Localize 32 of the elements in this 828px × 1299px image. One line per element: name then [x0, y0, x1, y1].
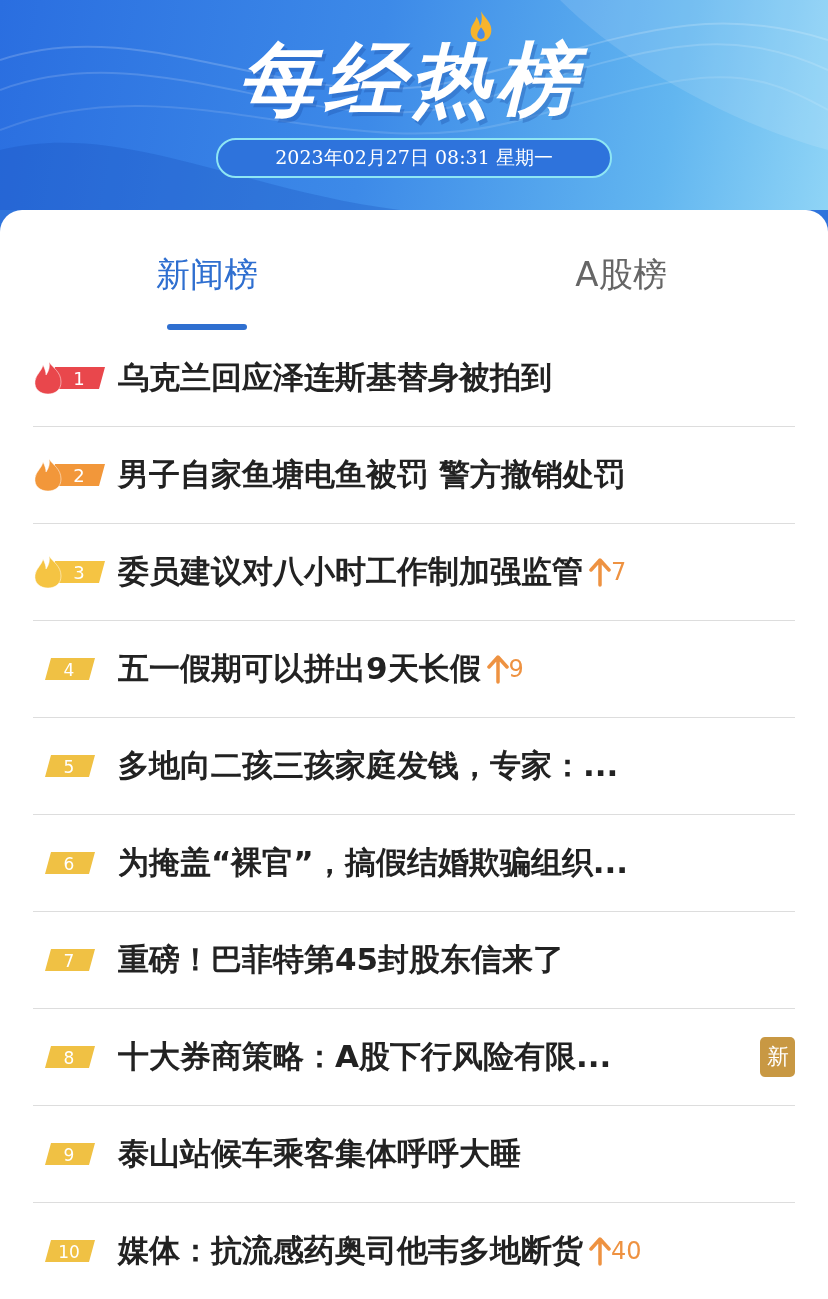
- up-arrow-icon: [589, 557, 611, 587]
- rise-count: 9: [508, 655, 524, 683]
- rank-badge: 6: [33, 845, 95, 881]
- tab[interactable]: A股榜: [414, 210, 828, 330]
- headline[interactable]: 男子自家鱼塘电鱼被罚 警方撤销处罚: [118, 454, 625, 496]
- rise-count: 40: [611, 1237, 642, 1265]
- headline[interactable]: 乌克兰回应泽连斯基替身被拍到: [118, 357, 552, 399]
- rank-badge: 7: [33, 942, 95, 978]
- new-tag: 新: [760, 1037, 795, 1077]
- date-pill: 2023年02月27日 08:31 星期一: [216, 138, 612, 178]
- headline[interactable]: 十大券商策略：A股下行风险有限...: [118, 1036, 612, 1078]
- headline[interactable]: 五一假期可以拼出9天长假: [118, 648, 481, 690]
- up-arrow-icon: [589, 1236, 611, 1266]
- tab[interactable]: 新闻榜: [0, 210, 414, 330]
- rise-count: 7: [611, 558, 627, 586]
- rank-badge: 9: [33, 1136, 95, 1172]
- up-arrow-icon: [486, 654, 509, 684]
- rank-badge: 1: [33, 360, 105, 396]
- headline[interactable]: 为掩盖“裸官”，搞假结婚欺骗组织...: [118, 842, 629, 884]
- page-title: 每经热榜: [232, 32, 596, 128]
- rank-badge: 3: [33, 554, 105, 590]
- rank-badge: 8: [33, 1039, 95, 1075]
- rank-badge: 4: [33, 651, 95, 687]
- headline[interactable]: 委员建议对八小时工作制加强监管: [118, 551, 583, 593]
- rank-badge: 2: [33, 457, 105, 493]
- rank-badge: 10: [33, 1233, 95, 1269]
- rank-badge: 5: [33, 748, 95, 784]
- headline[interactable]: 媒体：抗流感药奥司他韦多地断货: [118, 1230, 583, 1272]
- flame-icon: [468, 10, 494, 42]
- headline[interactable]: 重磅！巴菲特第45封股东信来了: [118, 939, 565, 981]
- headline[interactable]: 多地向二孩三孩家庭发钱，专家：...: [118, 745, 619, 787]
- headline[interactable]: 泰山站候车乘客集体呼呼大睡: [118, 1133, 521, 1175]
